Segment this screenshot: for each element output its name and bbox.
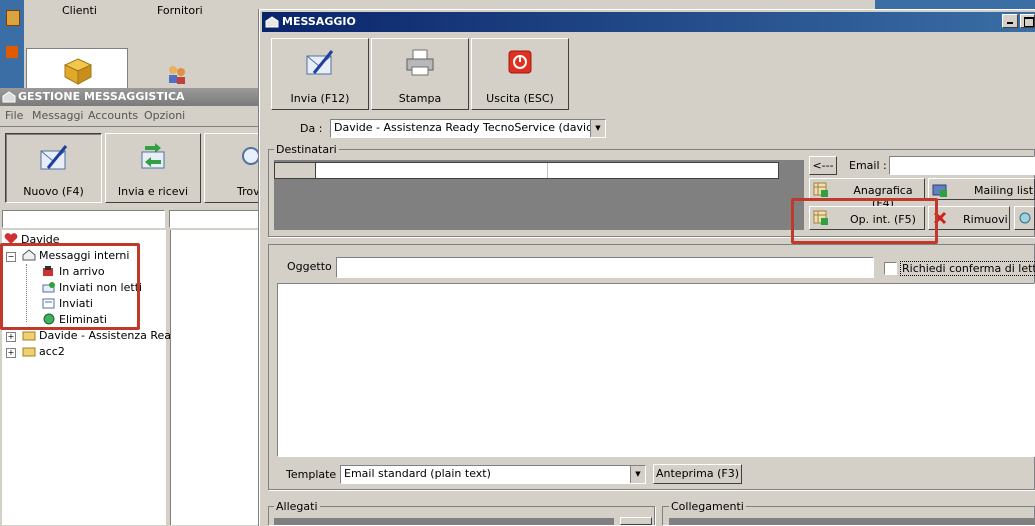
new-message-icon	[40, 145, 67, 170]
template-select[interactable]: Email standard (plain text) ▼	[340, 465, 646, 484]
module-tile[interactable]	[26, 48, 128, 90]
grid-header-cell	[275, 163, 316, 178]
grid-divider	[547, 163, 548, 178]
mail-icon	[265, 16, 279, 28]
gestione-title-bar: GESTIONE MESSAGGISTICA	[0, 88, 270, 106]
messaggio-title-bar: MESSAGGIO	[262, 12, 1035, 32]
gestione-menubar: File Messaggi Accounts Opzioni	[0, 108, 262, 124]
extra-button[interactable]	[1014, 206, 1035, 230]
back-button[interactable]: <---	[809, 156, 837, 175]
send-receive-icon	[141, 143, 165, 169]
da-label: Da :	[300, 122, 323, 135]
nuovo-button[interactable]: Nuovo (F4)	[5, 133, 102, 203]
template-value: Email standard (plain text)	[344, 467, 491, 480]
stampa-button[interactable]: Stampa	[371, 38, 469, 110]
allegati-list[interactable]	[274, 518, 614, 525]
menu-clienti[interactable]: Clienti	[62, 4, 97, 17]
nuovo-label: Nuovo (F4)	[23, 185, 84, 198]
anagrafica-button[interactable]: Anagrafica (F4)	[809, 178, 925, 210]
tree-account-label: Davide - Assistenza Read	[39, 329, 178, 342]
expand-icon[interactable]: +	[6, 332, 16, 342]
minimize-icon	[1007, 22, 1013, 24]
box-icon	[63, 58, 93, 85]
allegati-button[interactable]	[620, 517, 652, 525]
invia-ricevi-label: Invia e ricevi	[117, 185, 189, 198]
power-icon	[508, 50, 532, 74]
anteprima-button[interactable]: Anteprima (F3)	[653, 464, 742, 484]
richiedi-conferma-label[interactable]: Richiedi conferma di lettura	[900, 261, 1035, 276]
mailing-list-button[interactable]: Mailing list	[928, 178, 1035, 200]
highlight-box-op-int	[791, 198, 938, 244]
tree-account[interactable]: Davide - Assistenza Read	[22, 328, 178, 344]
message-list[interactable]	[170, 230, 263, 525]
uscita-button[interactable]: Uscita (ESC)	[471, 38, 569, 110]
trova-label: Trov	[237, 185, 260, 198]
oggetto-label: Oggetto :	[287, 260, 339, 273]
tree-acc2-label: acc2	[39, 345, 65, 358]
window-maximize-button[interactable]	[1020, 14, 1035, 28]
destinatari-grid-header	[274, 162, 779, 179]
desktop-strip	[0, 0, 24, 88]
chevron-down-icon[interactable]: ▼	[590, 120, 605, 137]
invia-label: Invia (F12)	[290, 92, 350, 105]
rimuovi-button[interactable]: Rimuovi	[928, 206, 1010, 230]
divider	[0, 126, 262, 127]
chevron-down-icon-2[interactable]: ▼	[630, 466, 645, 483]
mail-open-icon	[2, 91, 16, 103]
desktop-icon	[6, 10, 20, 26]
gestione-title: GESTIONE MESSAGGISTICA	[18, 90, 185, 103]
template-label: Template :	[286, 468, 344, 481]
folder-icon	[22, 331, 36, 341]
menu-file[interactable]: File	[5, 109, 23, 122]
search-input[interactable]	[169, 210, 262, 228]
tree-acc2[interactable]: acc2	[22, 344, 65, 360]
invia-button[interactable]: Invia (F12)	[271, 38, 369, 110]
folder-icon-2	[22, 347, 36, 357]
printer-icon	[406, 49, 434, 76]
oggetto-input[interactable]	[336, 257, 874, 278]
rimuovi-label: Rimuovi	[963, 213, 1008, 226]
richiedi-conferma-checkbox[interactable]	[884, 262, 897, 275]
trova-button[interactable]: Trov	[204, 133, 266, 203]
email-label: Email :	[849, 159, 887, 172]
window-close-button[interactable]	[1002, 14, 1018, 28]
message-body[interactable]	[277, 283, 1035, 457]
destinatari-grid[interactable]	[274, 160, 804, 230]
invia-ricevi-button[interactable]: Invia e ricevi	[105, 133, 201, 203]
collegamenti-list[interactable]	[669, 518, 1035, 525]
menu-messaggi[interactable]: Messaggi	[32, 109, 83, 122]
da-value: Davide - Assistenza Ready TecnoService (…	[334, 121, 606, 134]
menu-fornitori[interactable]: Fornitori	[157, 4, 203, 17]
menu-accounts[interactable]: Accounts	[88, 109, 138, 122]
mailing-list-icon	[932, 184, 947, 197]
highlight-box-tree	[0, 243, 140, 330]
messaggio-title: MESSAGGIO	[282, 15, 356, 28]
uscita-label: Uscita (ESC)	[486, 92, 554, 105]
email-input[interactable]	[889, 156, 1035, 175]
maximize-icon	[1024, 17, 1034, 27]
people-icon	[169, 66, 185, 84]
destinatari-label: Destinatari	[274, 143, 339, 156]
collegamenti-label: Collegamenti	[669, 500, 746, 513]
mailing-list-label: Mailing list	[974, 184, 1034, 197]
refresh-icon	[1019, 212, 1031, 224]
add-grid-icon	[813, 182, 828, 197]
stampa-label: Stampa	[398, 92, 442, 105]
desktop-icon-2	[6, 46, 18, 58]
folder-header	[2, 210, 165, 228]
send-icon	[306, 50, 334, 75]
da-select[interactable]: Davide - Assistenza Ready TecnoService (…	[330, 119, 606, 138]
expand-icon-2[interactable]: +	[6, 348, 16, 358]
allegati-label: Allegati	[274, 500, 320, 513]
menu-opzioni[interactable]: Opzioni	[144, 109, 185, 122]
